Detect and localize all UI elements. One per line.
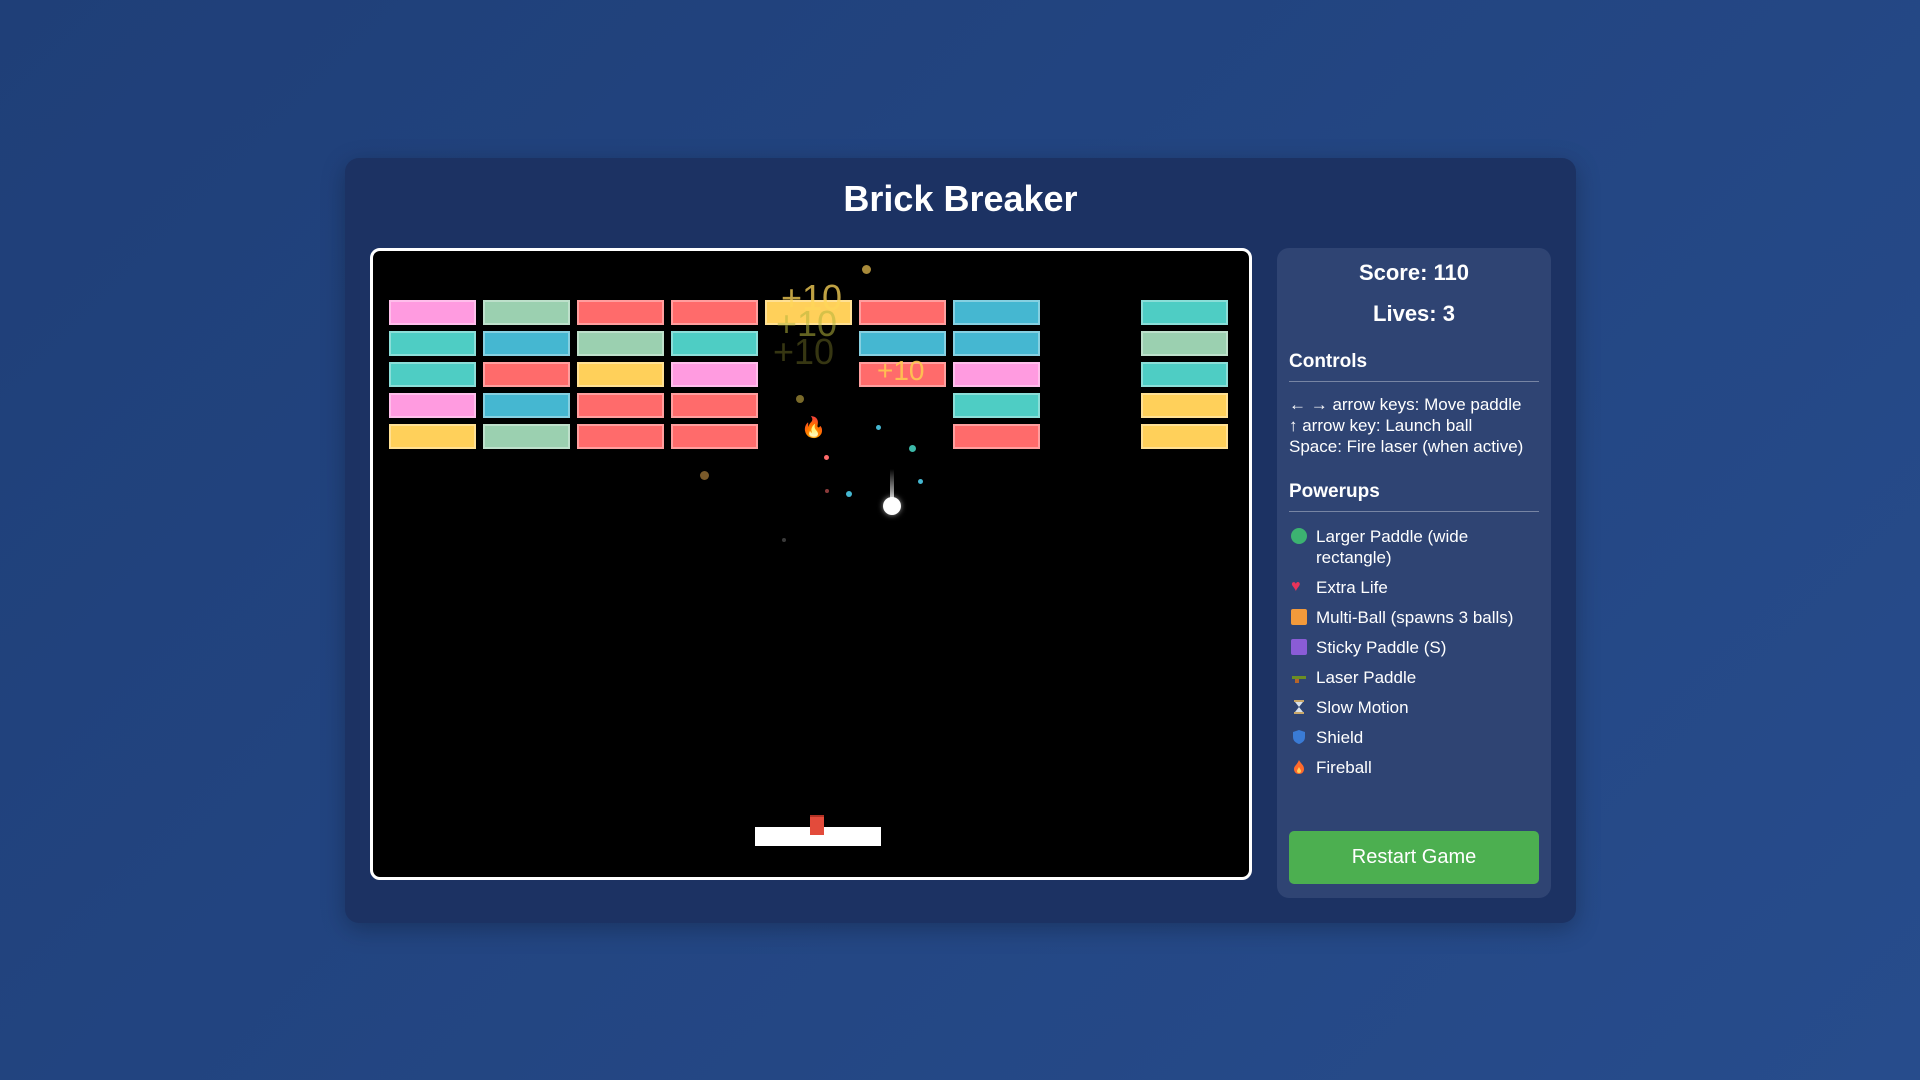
particle — [700, 471, 709, 480]
particle — [876, 425, 881, 430]
brick — [1141, 331, 1228, 356]
brick — [859, 300, 946, 325]
score-popup-4: +10 — [877, 355, 925, 386]
particle — [862, 265, 871, 274]
side-panel: Score: 110 Lives: 3 Controls ← → arrow k… — [1277, 248, 1551, 898]
brick — [389, 362, 476, 387]
powerups-heading: Powerups — [1289, 481, 1539, 512]
game-container: Brick Breaker +10 +10 +10 +10 🔥 Score: 1… — [345, 158, 1576, 923]
brick — [671, 393, 758, 418]
score-popup-3: +10 — [773, 331, 835, 372]
particle — [782, 538, 786, 542]
game-canvas[interactable]: +10 +10 +10 +10 🔥 — [370, 248, 1252, 880]
control-line-move: ← → arrow keys: Move paddle — [1289, 395, 1522, 414]
purple-square-icon — [1291, 639, 1307, 655]
brick — [577, 300, 664, 325]
brick — [953, 424, 1040, 449]
brick — [859, 331, 946, 356]
brick — [483, 424, 570, 449]
brick — [577, 331, 664, 356]
brick — [671, 331, 758, 356]
controls-heading: Controls — [1289, 351, 1539, 382]
control-line-launch: ↑ arrow key: Launch ball — [1289, 416, 1473, 435]
ball-trail — [890, 469, 894, 499]
score-display: Score: 110 — [1358, 260, 1470, 285]
powerup-label: Sticky Paddle (S) — [1316, 638, 1447, 657]
powerup-label: Shield — [1316, 728, 1364, 747]
fireball-powerup-icon: 🔥 — [801, 417, 826, 439]
brick — [953, 300, 1040, 325]
powerup-label: Fireball — [1316, 758, 1372, 777]
brick — [671, 362, 758, 387]
lives-display: Lives: 3 — [1373, 301, 1455, 326]
green-circle-icon — [1291, 528, 1307, 544]
particle — [796, 395, 804, 403]
powerup-label: Larger Paddle (wide rectangle) — [1316, 527, 1469, 567]
particle — [918, 479, 923, 484]
orange-square-icon — [1291, 609, 1307, 625]
brick — [483, 393, 570, 418]
powerup-label: Multi-Ball (spawns 3 balls) — [1316, 608, 1514, 627]
brick — [483, 362, 570, 387]
laser-gun-icon — [1291, 669, 1307, 685]
brick — [671, 300, 758, 325]
page-title: Brick Breaker — [843, 178, 1078, 219]
brick — [1141, 424, 1228, 449]
powerup-larger-paddle: Larger Paddle (wide rectangle) — [1289, 526, 1539, 568]
brick — [577, 424, 664, 449]
powerup-shield: Shield — [1289, 727, 1539, 748]
powerup-label: Extra Life — [1316, 578, 1388, 597]
powerup-label: Slow Motion — [1316, 698, 1409, 717]
powerup-extra-life: ♥ Extra Life — [1289, 577, 1539, 598]
brick — [577, 393, 664, 418]
powerup-label: Laser Paddle — [1316, 668, 1417, 687]
brick — [953, 331, 1040, 356]
powerup-fireball: Fireball — [1289, 757, 1539, 778]
powerup-sticky-paddle: Sticky Paddle (S) — [1289, 637, 1539, 658]
brick — [389, 300, 476, 325]
brick — [953, 393, 1040, 418]
brick — [1141, 300, 1228, 325]
powerup-laser-paddle: Laser Paddle — [1289, 667, 1539, 688]
particle — [909, 445, 916, 452]
brick — [389, 331, 476, 356]
laser-cannon — [810, 815, 824, 835]
brick — [389, 393, 476, 418]
particle — [824, 455, 829, 460]
particle — [825, 489, 829, 493]
controls-list: ← → arrow keys: Move paddle ↑ arrow key:… — [1289, 394, 1539, 457]
brick — [671, 424, 758, 449]
shield-icon — [1291, 729, 1307, 745]
brick — [1141, 362, 1228, 387]
control-line-laser: Space: Fire laser (when active) — [1289, 437, 1524, 456]
particle — [846, 491, 852, 497]
powerup-slow-motion: Slow Motion — [1289, 697, 1539, 718]
powerups-list: Larger Paddle (wide rectangle) ♥ Extra L… — [1289, 526, 1539, 778]
brick — [483, 300, 570, 325]
brick — [483, 331, 570, 356]
restart-game-button[interactable]: Restart Game — [1289, 831, 1539, 884]
brick — [389, 424, 476, 449]
ball — [883, 497, 901, 515]
brick — [953, 362, 1040, 387]
powerup-multi-ball: Multi-Ball (spawns 3 balls) — [1289, 607, 1539, 628]
heart-icon: ♥ — [1291, 578, 1301, 595]
brick — [577, 362, 664, 387]
hourglass-icon — [1291, 699, 1307, 715]
brick — [1141, 393, 1228, 418]
fire-icon — [1291, 759, 1307, 775]
